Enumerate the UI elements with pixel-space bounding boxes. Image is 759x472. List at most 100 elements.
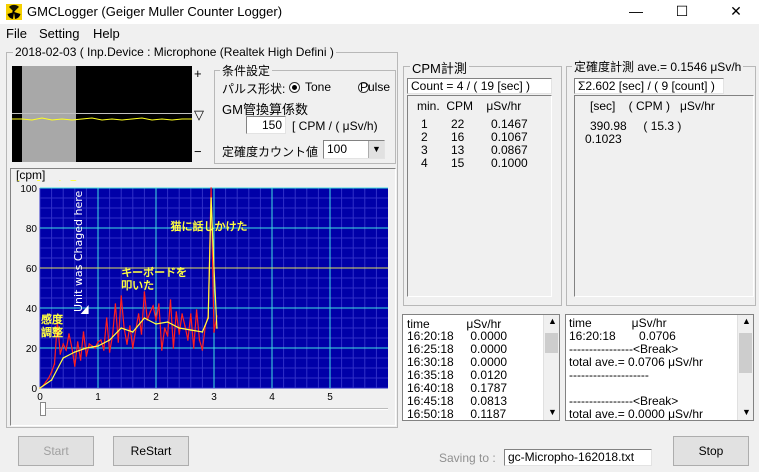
scroll-down-icon[interactable]: ▼ [548, 407, 557, 417]
cpm-cell-usv: 0.1467 [491, 117, 528, 131]
data-point [82, 331, 85, 333]
scroll-down-icon[interactable]: ▼ [742, 407, 751, 417]
data-point [120, 327, 122, 329]
cpm-cell-min: 3 [421, 143, 428, 157]
gain-minus-button[interactable]: − [194, 144, 202, 159]
accuracy-line2: 0.1023 [585, 132, 622, 146]
y-tick-label: 40 [26, 304, 38, 315]
data-point [105, 317, 108, 319]
data-point [76, 341, 79, 343]
accuracy-summary: Σ2.602 [sec] / ( 9 [count] ) [574, 78, 724, 94]
minimize-button[interactable]: — [613, 0, 659, 24]
data-point [74, 365, 76, 367]
data-point [213, 331, 215, 333]
chart-annotation: 調整 [41, 325, 63, 339]
data-point [158, 303, 160, 305]
scroll-up-icon[interactable]: ▲ [548, 316, 557, 326]
cpm-cell-cpm: 13 [451, 143, 465, 157]
x-tick-label: 4 [269, 392, 275, 403]
data-point [201, 331, 204, 333]
accuracy-line1: 390.98 ( 15.3 ) [590, 119, 682, 133]
maximize-button[interactable]: ☐ [659, 0, 705, 24]
scroll-up-icon[interactable]: ▲ [742, 316, 751, 326]
break-log-scrollbar[interactable]: ▲ ▼ [737, 315, 753, 420]
tone-radio[interactable] [289, 82, 300, 93]
break-log-thumb[interactable] [739, 333, 752, 373]
data-point [62, 343, 64, 345]
data-point [62, 357, 64, 359]
data-point [178, 333, 180, 335]
time-slider-track[interactable] [40, 408, 388, 410]
title-bar: GMCLogger (Geiger Muller Counter Logger)… [0, 0, 759, 24]
break-log-list[interactable]: time μSv/hr 16:20:18 0.0706 --------------… [565, 314, 754, 421]
stop-button[interactable]: Stop [673, 436, 749, 466]
saving-file: gc-Micropho-162018.txt [504, 449, 652, 466]
chart-annotation: 感度 [41, 312, 64, 326]
data-point [65, 349, 67, 351]
log-list[interactable]: time μSv/hr 16:20:18 0.0000 16:25:18 0.00… [402, 314, 560, 421]
cpm-table: min. CPM μSv/hr 1 22 0.1467 2 16 0.1067 3 13 0.0… [407, 95, 552, 297]
data-point [39, 387, 41, 389]
data-point [155, 319, 157, 321]
data-point [85, 347, 88, 349]
data-point [59, 353, 62, 355]
chevron-down-icon[interactable]: ▼ [368, 141, 384, 158]
time-slider-thumb[interactable] [40, 402, 46, 416]
y-tick-label: 80 [26, 224, 38, 235]
session-label: 2018-02-03 ( Inp.Device : Microphone (Re… [13, 45, 336, 59]
break-log-row[interactable]: -------------------- [569, 369, 703, 382]
data-point [143, 317, 146, 319]
close-button[interactable]: ✕ [713, 0, 759, 24]
data-point [149, 311, 151, 313]
start-button[interactable]: Start [18, 436, 94, 466]
break-log-row[interactable]: total ave.= 0.0000 μSv/hr [569, 408, 703, 421]
chart-annotation: 猫に話しかけた [171, 219, 248, 233]
accuracy-title: 定確度計測 ave.= 0.1546 μSv/h [572, 58, 744, 75]
factor-input[interactable]: 150 [246, 116, 286, 134]
pulse-shape-label: パルス形状: [222, 82, 286, 96]
data-point [94, 347, 96, 349]
data-point [47, 377, 50, 379]
waveform-display [12, 66, 192, 162]
data-point [126, 343, 128, 345]
data-point [74, 351, 76, 353]
data-point [53, 363, 56, 365]
data-point [166, 335, 169, 337]
menu-setting[interactable]: Setting [39, 26, 79, 41]
data-point [192, 347, 195, 349]
menu-file[interactable]: File [6, 26, 27, 41]
data-point [155, 323, 157, 325]
data-point [68, 333, 70, 335]
y-tick-label: 60 [26, 264, 38, 275]
count-select-value: 100 [327, 142, 348, 156]
threshold-marker[interactable]: ▽ [194, 107, 204, 123]
menu-help[interactable]: Help [93, 26, 120, 41]
data-point [129, 325, 131, 327]
gain-plus-button[interactable]: + [194, 66, 202, 81]
y-tick-label: 20 [26, 344, 38, 355]
data-point [201, 349, 204, 351]
cpm-row: 1 22 0.1467 [408, 117, 551, 131]
data-point [88, 343, 91, 345]
data-point [137, 313, 140, 315]
log-list-scrollbar[interactable]: ▲ ▼ [543, 315, 559, 420]
restart-button[interactable]: ReStart [113, 436, 189, 466]
data-point [132, 347, 134, 349]
data-point [108, 351, 111, 353]
cpm-row: 3 13 0.0867 [408, 143, 551, 157]
data-point [190, 313, 192, 315]
data-point [85, 355, 88, 357]
data-point [50, 379, 53, 381]
log-row[interactable]: 16:50:18 0.1187 [407, 408, 507, 421]
log-list-thumb[interactable] [545, 333, 558, 353]
data-point [114, 303, 117, 305]
data-point [152, 305, 154, 307]
cpm-summary: Count = 4 / ( 19 [sec] ) [407, 78, 552, 94]
chart-annotation: 叩いた [121, 279, 154, 292]
window-title: GMCLogger (Geiger Muller Counter Logger) [27, 4, 283, 19]
data-point [45, 381, 47, 383]
tone-label: Tone [305, 80, 332, 94]
break-log-rows: time μSv/hr 16:20:18 0.0706 --------------… [569, 317, 703, 421]
cpm-cell-cpm: 22 [451, 117, 465, 131]
count-select[interactable]: 100 ▼ [323, 140, 385, 159]
